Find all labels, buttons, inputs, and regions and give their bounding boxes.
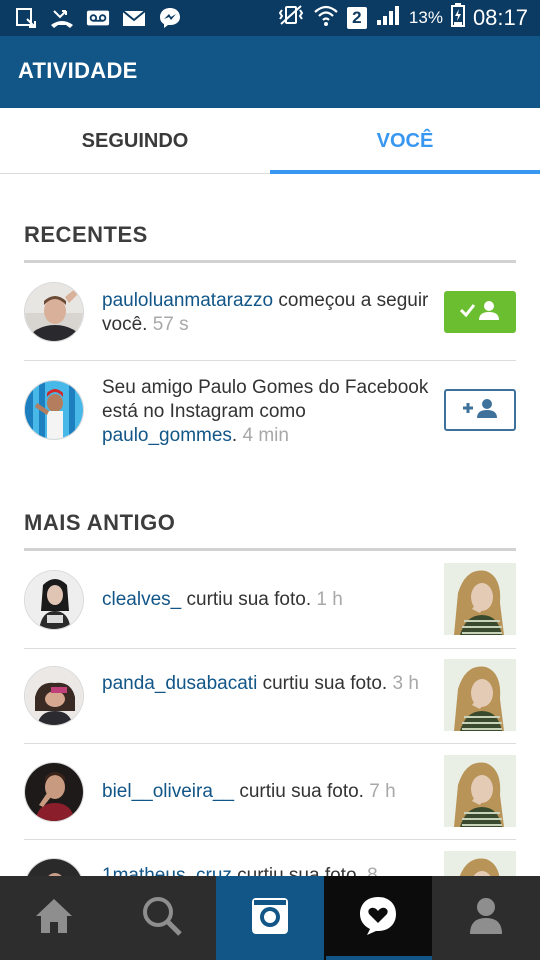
row-divider: [24, 648, 516, 649]
liked-photo-thumbnail[interactable]: [444, 851, 516, 876]
section-title-recent: RECENTES: [24, 222, 148, 247]
row-divider: [24, 839, 516, 840]
tab-bar: SEGUINDO VOCÊ: [0, 108, 540, 174]
activity-feed[interactable]: RECENTES pauloluanmatarazzo começou a se…: [0, 174, 540, 876]
username-link[interactable]: 1matheus_cruz: [102, 865, 232, 876]
row-divider: [24, 743, 516, 744]
nav-camera[interactable]: [216, 876, 324, 960]
missed-call-icon: [50, 7, 74, 29]
battery-percent: 13%: [408, 8, 443, 27]
row-divider: [24, 360, 516, 361]
clock: 08:17: [472, 5, 528, 30]
avatar[interactable]: [24, 762, 84, 822]
activity-icon: [357, 895, 399, 942]
nav-home[interactable]: [0, 876, 108, 960]
avatar[interactable]: [24, 666, 84, 726]
follow-button[interactable]: [444, 389, 516, 431]
timestamp: 57 s: [152, 314, 189, 335]
sim-indicator: 2: [346, 7, 367, 29]
home-icon: [32, 896, 76, 941]
liked-photo-thumbnail[interactable]: [444, 659, 516, 731]
vibrate-icon: [277, 4, 305, 32]
activity-text: panda_dusabacati curtiu sua foto. 3 h: [102, 672, 432, 696]
nav-profile[interactable]: [432, 876, 540, 960]
avatar[interactable]: [24, 282, 84, 342]
following-button[interactable]: [444, 291, 516, 333]
download-notification-icon: [14, 7, 38, 29]
avatar[interactable]: [24, 380, 84, 440]
search-icon: [141, 895, 183, 942]
profile-icon: [468, 896, 504, 941]
notification-icons: [14, 6, 182, 30]
mail-icon: [122, 7, 146, 29]
following-check-icon: [458, 299, 502, 326]
battery-icon: [450, 3, 465, 33]
activity-action: curtiu sua foto.: [181, 589, 317, 610]
page-title: ATIVIDADE: [18, 58, 138, 83]
username-link[interactable]: pauloluanmatarazzo: [102, 290, 273, 311]
nav-search[interactable]: [108, 876, 216, 960]
app-bar: ATIVIDADE: [0, 36, 540, 108]
voicemail-icon: [86, 7, 110, 29]
activity-action: .: [231, 425, 243, 446]
signal-icon: [375, 4, 401, 32]
tab-voce[interactable]: VOCÊ: [270, 108, 540, 174]
liked-photo-thumbnail[interactable]: [444, 563, 516, 635]
messenger-icon: [158, 7, 182, 29]
activity-text: 1matheus_cruz curtiu sua foto. 8: [102, 864, 432, 876]
section-divider: [24, 548, 516, 551]
activity-action: curtiu sua foto.: [231, 865, 368, 876]
camera-icon: [250, 896, 290, 941]
section-divider: [24, 260, 516, 263]
username-link[interactable]: clealves_: [102, 589, 181, 610]
activity-pre: Seu amigo Paulo Gomes do Facebook está n…: [102, 377, 429, 422]
activity-text: pauloluanmatarazzo começou a seguir você…: [102, 289, 432, 337]
section-title-older: MAIS ANTIGO: [24, 510, 176, 535]
timestamp: 3 h: [392, 673, 419, 694]
activity-action: curtiu sua foto.: [234, 781, 370, 802]
avatar[interactable]: [24, 570, 84, 630]
timestamp: 4 min: [242, 425, 289, 446]
username-link[interactable]: panda_dusabacati: [102, 673, 257, 694]
nav-activity[interactable]: [324, 876, 432, 960]
system-icons: 2 13% 08:17: [277, 3, 528, 33]
activity-action: curtiu sua foto.: [257, 673, 393, 694]
wifi-icon: [313, 3, 339, 33]
activity-text: biel__oliveira__ curtiu sua foto. 7 h: [102, 780, 432, 804]
timestamp: 8: [367, 865, 378, 876]
timestamp: 7 h: [369, 781, 396, 802]
bottom-navigation: [0, 876, 540, 960]
username-link[interactable]: paulo_gommes: [102, 425, 232, 446]
liked-photo-thumbnail[interactable]: [444, 755, 516, 827]
username-link[interactable]: biel__oliveira__: [102, 781, 234, 802]
activity-text: clealves_ curtiu sua foto. 1 h: [102, 588, 432, 612]
activity-text: Seu amigo Paulo Gomes do Facebook está n…: [102, 376, 432, 448]
add-user-icon: [461, 397, 499, 424]
active-nav-indicator: [326, 956, 432, 960]
avatar[interactable]: [24, 858, 84, 876]
status-bar: 2 13% 08:17: [0, 0, 540, 36]
tab-seguindo[interactable]: SEGUINDO: [0, 108, 270, 174]
timestamp: 1 h: [316, 589, 343, 610]
